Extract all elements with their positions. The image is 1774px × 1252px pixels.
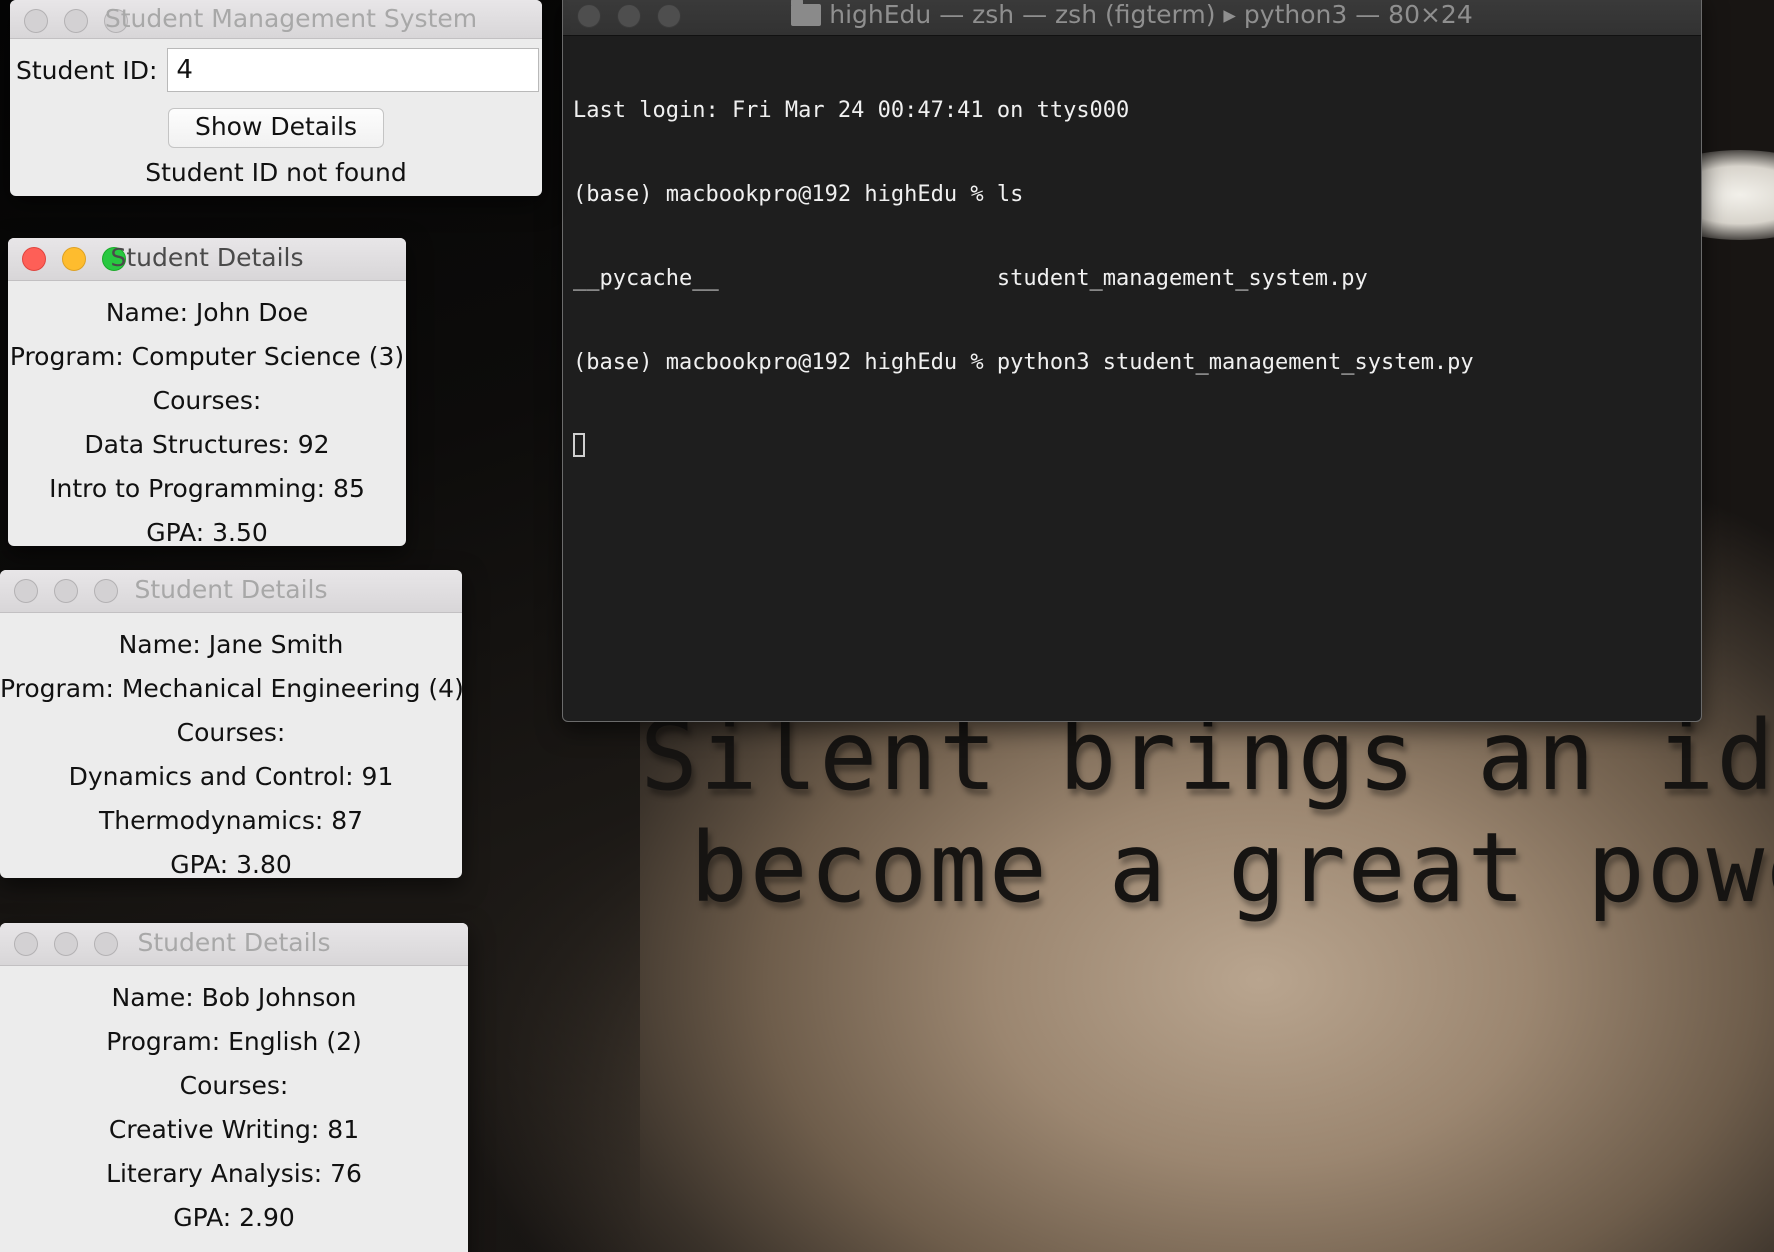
student-program: Program: Mechanical Engineering (4) bbox=[0, 674, 462, 703]
student-gpa: GPA: 3.50 bbox=[146, 518, 268, 546]
details-titlebar[interactable]: Student Details bbox=[8, 238, 406, 281]
course-grade: Creative Writing: 81 bbox=[108, 1115, 360, 1144]
student-gpa: GPA: 2.90 bbox=[173, 1203, 295, 1232]
details-title: Student Details bbox=[137, 928, 331, 957]
wallpaper-quote: Silent brings an idea become a great pow… bbox=[640, 700, 1774, 924]
terminal-title-text: highEdu — zsh — zsh (figterm) ▸ python3 … bbox=[829, 0, 1473, 29]
student-id-row: Student ID: 4 bbox=[16, 48, 540, 92]
sms-title: Student Management System bbox=[104, 4, 478, 33]
details-titlebar[interactable]: Student Details bbox=[0, 923, 468, 966]
details-content: Name: John Doe Program: Computer Science… bbox=[8, 281, 406, 546]
terminal-line: __pycache__ student_management_system.py bbox=[573, 266, 1368, 291]
student-name: Name: Bob Johnson bbox=[111, 983, 357, 1012]
student-name: Name: John Doe bbox=[105, 298, 309, 327]
terminal-window[interactable]: highEdu — zsh — zsh (figterm) ▸ python3 … bbox=[562, 0, 1702, 722]
terminal-output[interactable]: Last login: Fri Mar 24 00:47:41 on ttys0… bbox=[573, 41, 1474, 517]
details-title: Student Details bbox=[110, 243, 304, 272]
student-gpa: GPA: 3.80 bbox=[170, 850, 292, 878]
show-details-button[interactable]: Show Details bbox=[168, 108, 384, 148]
student-name: Name: Jane Smith bbox=[118, 630, 344, 659]
course-grade: Thermodynamics: 87 bbox=[98, 806, 364, 835]
student-details-window[interactable]: Student Details Name: Bob Johnson Progra… bbox=[0, 923, 468, 1252]
details-content: Name: Bob Johnson Program: English (2) C… bbox=[0, 966, 468, 1240]
folder-icon bbox=[791, 0, 822, 26]
wallpaper-quote-line-2: become a great powe bbox=[690, 812, 1774, 924]
details-title: Student Details bbox=[134, 575, 328, 604]
terminal-line: Last login: Fri Mar 24 00:47:41 on ttys0… bbox=[573, 98, 1130, 123]
courses-label: Courses: bbox=[176, 718, 286, 747]
details-content: Name: Jane Smith Program: Mechanical Eng… bbox=[0, 613, 462, 878]
sms-titlebar[interactable]: Student Management System bbox=[10, 0, 542, 39]
course-grade: Intro to Programming: 85 bbox=[49, 474, 365, 503]
student-management-window[interactable]: Student Management System Student ID: 4 … bbox=[10, 0, 542, 196]
student-program: Program: English (2) bbox=[106, 1027, 362, 1056]
terminal-cursor bbox=[573, 433, 585, 457]
details-titlebar[interactable]: Student Details bbox=[0, 570, 462, 613]
course-grade: Dynamics and Control: 91 bbox=[68, 762, 394, 791]
terminal-line: (base) macbookpro@192 highEdu % ls bbox=[573, 182, 1024, 207]
course-grade: Literary Analysis: 76 bbox=[106, 1159, 362, 1188]
status-message: Student ID not found bbox=[145, 158, 407, 187]
course-grade: Data Structures: 92 bbox=[84, 430, 330, 459]
terminal-cursor-line bbox=[573, 433, 1474, 461]
student-id-label: Student ID: bbox=[16, 55, 158, 85]
desktop-wallpaper: Silent brings an idea become a great pow… bbox=[0, 0, 1774, 1252]
student-program: Program: Computer Science (3) bbox=[9, 342, 405, 371]
terminal-titlebar[interactable]: highEdu — zsh — zsh (figterm) ▸ python3 … bbox=[563, 0, 1701, 36]
student-details-window[interactable]: Student Details Name: Jane Smith Program… bbox=[0, 570, 462, 878]
student-details-window[interactable]: Student Details Name: John Doe Program: … bbox=[8, 238, 406, 546]
courses-label: Courses: bbox=[152, 386, 262, 415]
student-id-input[interactable]: 4 bbox=[167, 48, 540, 92]
courses-label: Courses: bbox=[179, 1071, 289, 1100]
terminal-title: highEdu — zsh — zsh (figterm) ▸ python3 … bbox=[563, 0, 1701, 35]
terminal-line: (base) macbookpro@192 highEdu % python3 … bbox=[573, 350, 1474, 375]
